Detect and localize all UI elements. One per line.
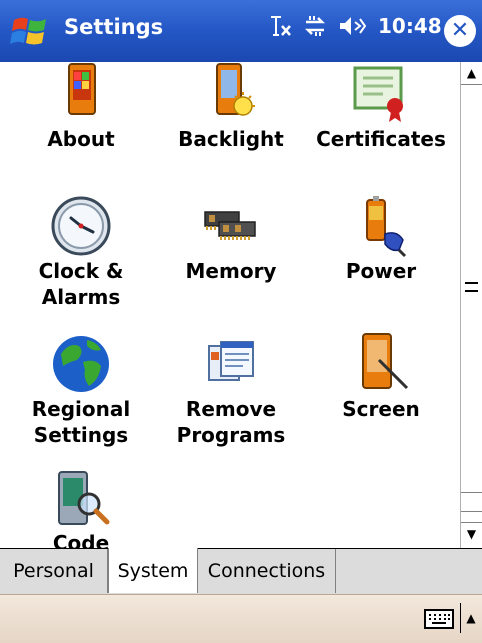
menu-bar: ▲ bbox=[0, 594, 482, 643]
remove-programs-icon bbox=[208, 341, 254, 381]
keyboard-icon[interactable] bbox=[424, 609, 454, 629]
tab-connections[interactable]: Connections bbox=[198, 549, 336, 593]
app-screen[interactable]: Screen bbox=[306, 332, 456, 422]
phone-off-icon[interactable] bbox=[268, 14, 292, 38]
tab-bar: Personal System Connections bbox=[0, 548, 482, 594]
status-area: 10:48 bbox=[268, 14, 442, 38]
start-menu-flag-icon[interactable] bbox=[8, 14, 52, 50]
app-label: Code bbox=[52, 531, 110, 548]
app-label: Power bbox=[345, 259, 417, 283]
app-label: About bbox=[47, 127, 115, 151]
scrollbar-grip bbox=[465, 282, 478, 292]
app-label: Regional Settings bbox=[31, 397, 131, 447]
app-remove-programs[interactable]: Remove Programs bbox=[156, 332, 306, 448]
tab-personal[interactable]: Personal bbox=[0, 549, 108, 593]
volume-icon[interactable] bbox=[338, 14, 368, 38]
app-label: Remove Programs bbox=[176, 397, 286, 447]
power-icon bbox=[366, 196, 407, 258]
app-label: Memory bbox=[185, 259, 277, 283]
app-regional-settings[interactable]: Regional Settings bbox=[6, 332, 156, 448]
title-bar: Settings 10:48 ✕ bbox=[0, 0, 482, 62]
close-icon: ✕ bbox=[450, 18, 470, 43]
window-title: Settings bbox=[64, 15, 164, 39]
app-backlight[interactable]: Backlight bbox=[156, 62, 306, 152]
app-label: Backlight bbox=[178, 127, 284, 151]
app-code[interactable]: Code bbox=[6, 466, 156, 548]
app-about[interactable]: About bbox=[6, 62, 156, 152]
globe-icon bbox=[53, 336, 109, 392]
scroll-up-arrow-icon[interactable]: ▲ bbox=[461, 62, 482, 85]
vertical-scrollbar[interactable]: ▲ ▼ bbox=[460, 62, 482, 548]
search-device-icon bbox=[58, 471, 110, 525]
app-label: Screen bbox=[342, 397, 420, 421]
backlight-icon bbox=[216, 63, 255, 116]
app-label: Clock & Alarms bbox=[38, 259, 124, 309]
app-clock-alarms[interactable]: Clock & Alarms bbox=[6, 194, 156, 310]
app-memory[interactable]: Memory bbox=[156, 194, 306, 284]
about-icon bbox=[68, 63, 96, 115]
scroll-down-arrow-icon[interactable]: ▼ bbox=[461, 522, 482, 545]
scrollbar-thumb[interactable] bbox=[461, 492, 482, 512]
memory-icon bbox=[204, 211, 256, 240]
connectivity-icon[interactable] bbox=[302, 14, 328, 38]
app-power[interactable]: Power bbox=[306, 194, 456, 284]
settings-icon-grid: About Backlight Certificates Clock & Ala… bbox=[0, 62, 460, 548]
certificates-icon bbox=[353, 66, 403, 122]
tab-system[interactable]: System bbox=[108, 548, 198, 593]
screen-icon bbox=[362, 333, 409, 390]
close-button[interactable]: ✕ bbox=[444, 15, 476, 47]
clock-time[interactable]: 10:48 bbox=[378, 14, 442, 38]
clock-icon bbox=[51, 196, 111, 256]
input-panel-arrow-icon[interactable]: ▲ bbox=[460, 603, 481, 633]
app-label: Certificates bbox=[316, 127, 446, 151]
app-certificates[interactable]: Certificates bbox=[306, 62, 456, 152]
